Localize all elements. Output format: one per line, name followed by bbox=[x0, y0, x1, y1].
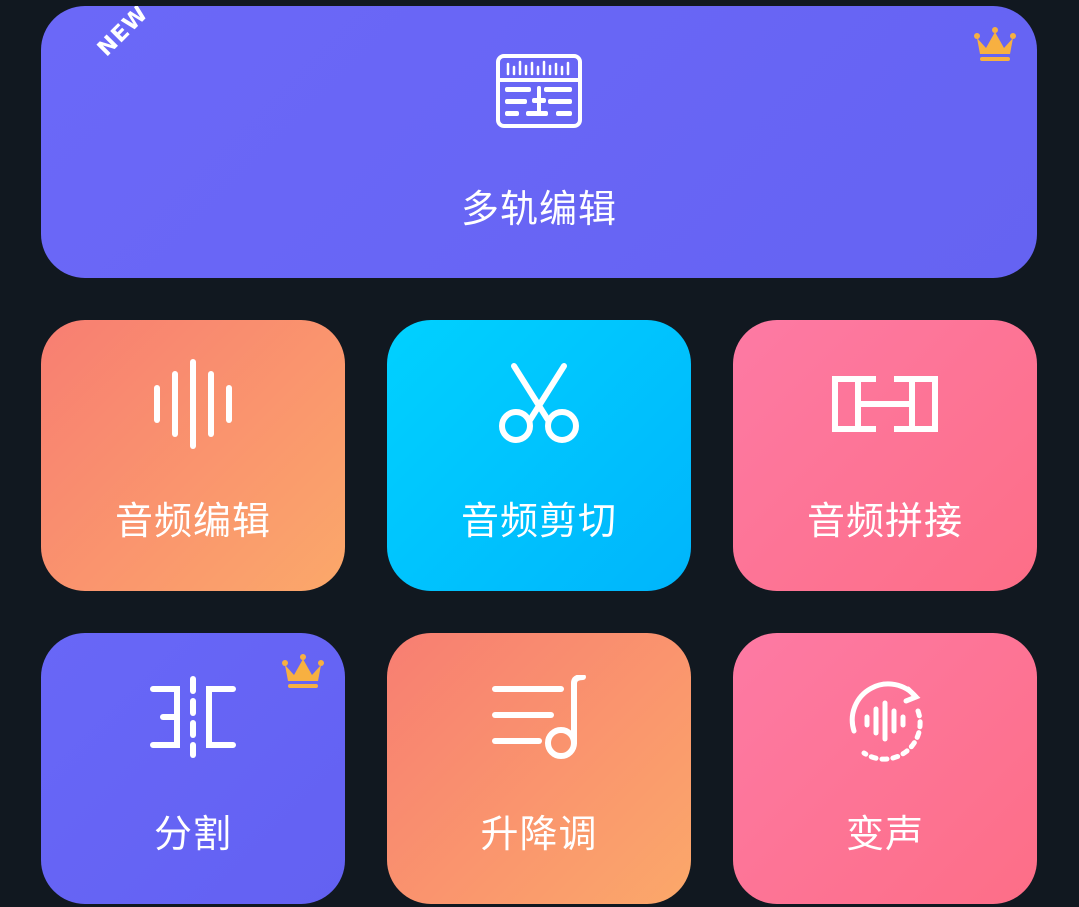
split-label: 分割 bbox=[153, 812, 232, 856]
split-tile[interactable]: 分割 bbox=[41, 633, 345, 904]
split-icon bbox=[150, 676, 236, 758]
audio-join-label: 音频拼接 bbox=[806, 499, 963, 543]
join-blocks-icon bbox=[832, 376, 938, 432]
waveform-icon bbox=[154, 359, 232, 449]
voice-change-label: 变声 bbox=[845, 812, 924, 856]
multitrack-timeline-icon bbox=[496, 54, 582, 128]
crown-icon bbox=[974, 27, 1016, 61]
tools-grid: NEW 多轨编辑 音频编辑 音频剪切 音频拼接 分割 升降调 变声 bbox=[0, 0, 1079, 907]
new-badge: NEW bbox=[93, 6, 154, 62]
audio-join-tile[interactable]: 音频拼接 bbox=[733, 320, 1037, 591]
music-pitch-icon bbox=[492, 675, 586, 759]
audio-edit-label: 音频编辑 bbox=[114, 499, 271, 543]
voice-change-icon bbox=[849, 681, 923, 762]
scissors-icon bbox=[499, 363, 579, 443]
audio-edit-tile[interactable]: 音频编辑 bbox=[41, 320, 345, 591]
multitrack-edit-tile[interactable]: NEW 多轨编辑 bbox=[41, 6, 1037, 278]
voice-change-tile[interactable]: 变声 bbox=[733, 633, 1037, 904]
audio-cut-tile[interactable]: 音频剪切 bbox=[387, 320, 691, 591]
crown-icon bbox=[282, 654, 324, 688]
pitch-label: 升降调 bbox=[480, 812, 598, 856]
audio-cut-label: 音频剪切 bbox=[460, 499, 617, 543]
pitch-tile[interactable]: 升降调 bbox=[387, 633, 691, 904]
multitrack-edit-label: 多轨编辑 bbox=[460, 187, 617, 231]
